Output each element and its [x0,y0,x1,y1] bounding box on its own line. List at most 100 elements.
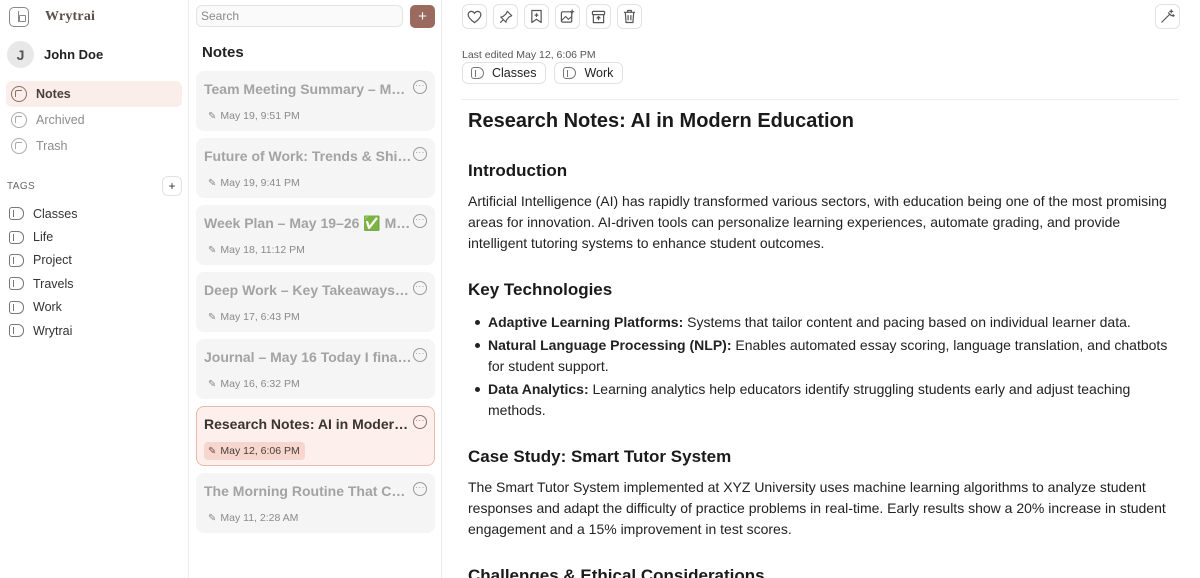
sidebar-tag-life[interactable]: Life [9,225,179,248]
note-card-selected[interactable]: Research Notes: AI in Modern Education ·… [196,406,435,466]
pencil-icon: ✎ [208,110,217,122]
notes-panel: + Notes Team Meeting Summary – May 19 ··… [189,0,442,578]
note-date: ✎ May 19, 9:41 PM [204,174,305,192]
pin-icon [499,10,512,23]
sidebar-item-archived[interactable]: Archived [6,107,182,133]
pencil-icon: ✎ [208,378,217,390]
pencil-icon: ✎ [208,311,217,323]
add-image-button[interactable] [555,4,580,29]
editor: Last edited May 12, 6:06 PM Classes Work… [442,0,1200,578]
bookmark-icon [531,9,542,24]
add-note-button[interactable]: + [410,5,435,28]
tag-icon [9,324,24,338]
note-card[interactable]: Team Meeting Summary – May 19 ··· ✎ May 1… [196,71,435,131]
note-card[interactable]: Journal – May 16 Today I finally got ···… [196,339,435,399]
list-item-term: Natural Language Processing (NLP): [488,337,732,353]
sidebar-item-trash[interactable]: Trash [6,133,182,159]
pencil-icon: ✎ [208,244,217,256]
note-date-text: May 16, 6:32 PM [220,378,300,390]
archive-button[interactable] [586,4,611,29]
ai-assist-button[interactable] [1155,4,1180,29]
notes-heading: Notes [202,44,244,61]
tag-label: Travels [33,276,74,291]
user-profile[interactable]: J John Doe [7,41,103,68]
more-options-icon[interactable]: ··· [413,348,427,362]
note-date: ✎ May 17, 6:43 PM [204,308,305,326]
trash-icon [623,9,636,24]
note-card[interactable]: The Morning Routine That Changed Me ··· … [196,473,435,533]
delete-button[interactable] [617,4,642,29]
tags-label: TAGS [7,180,36,192]
tag-chip-work[interactable]: Work [554,62,624,84]
favorite-button[interactable] [462,4,487,29]
note-title: Deep Work – Key Takeaways 💬 Notes [204,282,412,298]
note-date-text: May 19, 9:41 PM [220,177,300,189]
tag-label: Life [33,230,54,245]
avatar: J [7,41,34,68]
note-card[interactable]: Week Plan – May 19–26 ✅ MONDAY ··· ✎May … [196,205,435,265]
note-date: ✎ May 11, 2:28 AM [204,509,303,527]
notes-icon [11,86,27,102]
note-date-text: May 12, 6:06 PM [220,445,300,457]
sidebar-item-notes[interactable]: Notes [6,81,182,107]
note-date: ✎ May 18, 11:12 PM [204,241,310,259]
more-options-icon[interactable]: ··· [413,415,427,429]
note-title: Research Notes: AI in Modern Education [204,416,412,432]
sidebar-header: Wrytrai [9,6,95,28]
list-item-desc: Systems that tailor content and pacing b… [683,314,1131,330]
note-card[interactable]: Deep Work – Key Takeaways 💬 Notes ··· ✎M… [196,272,435,332]
list-item: Natural Language Processing (NLP): Enabl… [468,335,1173,377]
note-title: Journal – May 16 Today I finally got [204,349,412,365]
tag-list: Classes Life Project Travels Work Wrytra… [9,202,179,342]
sidebar-item-label: Notes [36,87,71,101]
sidebar-tag-wrytrai[interactable]: Wrytrai [9,319,179,342]
tag-icon [9,300,24,314]
more-options-icon[interactable]: ··· [413,214,427,228]
note-body[interactable]: Research Notes: AI in Modern Education I… [468,105,1173,578]
tag-icon [9,277,24,291]
sidebar-tag-classes[interactable]: Classes [9,202,179,225]
more-options-icon[interactable]: ··· [413,80,427,94]
note-card[interactable]: Future of Work: Trends & Shifts to Watch… [196,138,435,198]
case-heading: Case Study: Smart Tutor System [468,447,732,466]
tag-chip-classes[interactable]: Classes [462,62,547,84]
challenges-heading: Challenges & Ethical Considerations [468,566,765,578]
trash-icon [11,138,27,154]
archive-icon [11,112,27,128]
note-title: Team Meeting Summary – May 19 [204,81,412,97]
intro-paragraph: Artificial Intelligence (AI) has rapidly… [468,193,1167,251]
editor-toolbar [462,4,648,29]
case-paragraph: The Smart Tutor System implemented at XY… [468,479,1166,537]
add-tag-button[interactable]: + [162,176,182,196]
more-options-icon[interactable]: ··· [413,281,427,295]
app-brand: Wrytrai [45,9,96,24]
pencil-icon: ✎ [208,512,217,524]
intro-heading: Introduction [468,161,568,180]
tech-heading: Key Technologies [468,280,613,299]
search-input[interactable] [196,5,403,27]
note-title-heading: Research Notes: AI in Modern Education [468,110,854,132]
note-date-text: May 17, 6:43 PM [220,311,300,323]
list-item-term: Adaptive Learning Platforms: [488,314,684,330]
tags-header: TAGS + [7,176,182,196]
tag-chip-label: Work [584,66,614,80]
sidebar-tag-work[interactable]: Work [9,296,179,319]
tag-label: Work [33,300,62,315]
tag-label: Wrytrai [33,323,73,338]
bookmark-button[interactable] [524,4,549,29]
more-options-icon[interactable]: ··· [413,147,427,161]
note-date: ✎ May 16, 6:32 PM [204,375,305,393]
pencil-icon: ✎ [208,445,217,457]
note-title: Week Plan – May 19–26 ✅ MONDAY [204,215,412,231]
archive-icon [591,10,606,23]
sidebar-tag-travels[interactable]: Travels [9,272,179,295]
tag-label: Project [33,253,72,268]
sidebar-tag-project[interactable]: Project [9,249,179,272]
pin-button[interactable] [493,4,518,29]
note-date-text: May 19, 9:51 PM [220,110,300,122]
note-date: ✎ May 12, 6:06 PM [204,442,305,460]
toggle-sidebar-icon[interactable] [9,7,29,27]
note-date-text: May 11, 2:28 AM [220,512,299,524]
more-options-icon[interactable]: ··· [413,482,427,496]
tag-icon [9,230,24,244]
